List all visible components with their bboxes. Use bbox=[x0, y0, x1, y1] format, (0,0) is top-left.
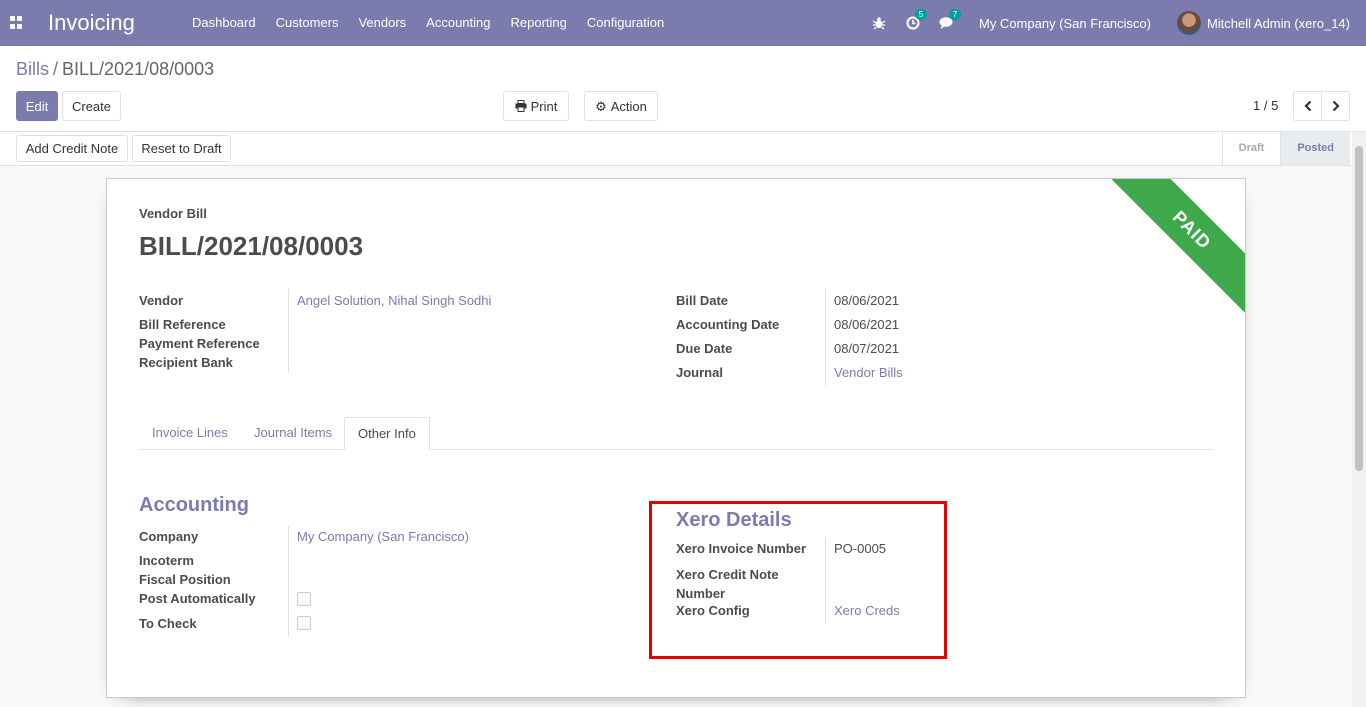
menu-accounting[interactable]: Accounting bbox=[416, 0, 500, 46]
group-divider bbox=[288, 526, 289, 638]
status-step-draft[interactable]: Draft bbox=[1221, 132, 1281, 165]
breadcrumb-bills[interactable]: Bills bbox=[16, 59, 49, 79]
breadcrumb-separator: / bbox=[53, 59, 59, 79]
pager-next-button[interactable] bbox=[1321, 91, 1350, 121]
printer-icon bbox=[515, 100, 527, 112]
messages-count-badge: 7 bbox=[948, 9, 961, 20]
create-button[interactable]: Create bbox=[62, 91, 121, 121]
document-kind: Vendor Bill bbox=[139, 206, 207, 221]
journal-label: Journal bbox=[676, 365, 723, 380]
due-date-value: 08/07/2021 bbox=[834, 341, 900, 356]
app-brand[interactable]: Invoicing bbox=[48, 10, 135, 36]
accounting-date-label: Accounting Date bbox=[676, 317, 780, 332]
menu-configuration[interactable]: Configuration bbox=[577, 0, 674, 46]
systray: 5 7 My Company (San Francisco) Mitchell … bbox=[871, 0, 1350, 46]
company-value[interactable]: My Company (San Francisco) bbox=[297, 529, 469, 544]
top-navbar: Invoicing Dashboard Customers Vendors Ac… bbox=[0, 0, 1366, 46]
accounting-group-title: Accounting bbox=[139, 494, 249, 516]
reset-to-draft-button[interactable]: Reset to Draft bbox=[132, 135, 231, 162]
tab-other-info[interactable]: Other Info bbox=[344, 417, 430, 451]
tab-invoice-lines[interactable]: Invoice Lines bbox=[139, 417, 241, 450]
bill-date-value: 08/06/2021 bbox=[834, 293, 900, 308]
company-switcher[interactable]: My Company (San Francisco) bbox=[979, 16, 1151, 31]
xero-details-highlight bbox=[649, 501, 947, 659]
form-view: PAID Vendor Bill BILL/2021/08/0003 Vendo… bbox=[0, 166, 1352, 707]
activity-button[interactable]: 5 bbox=[905, 9, 927, 31]
group-divider bbox=[288, 289, 289, 373]
menu-vendors[interactable]: Vendors bbox=[348, 0, 416, 46]
group-divider bbox=[825, 289, 826, 387]
apps-grid-icon[interactable] bbox=[10, 16, 23, 29]
form-sheet: PAID Vendor Bill BILL/2021/08/0003 Vendo… bbox=[106, 178, 1246, 698]
tab-journal-items[interactable]: Journal Items bbox=[241, 417, 345, 450]
journal-value[interactable]: Vendor Bills bbox=[834, 365, 903, 380]
to-check-label: To Check bbox=[139, 616, 197, 631]
breadcrumb-current: BILL/2021/08/0003 bbox=[62, 59, 215, 79]
bill-date-label: Bill Date bbox=[676, 293, 729, 308]
messages-button[interactable]: 7 bbox=[939, 9, 961, 31]
payment-reference-label: Payment Reference bbox=[139, 336, 260, 351]
vendor-label: Vendor bbox=[139, 293, 184, 308]
page-title: BILL/2021/08/0003 bbox=[139, 231, 364, 261]
print-label: Print bbox=[530, 98, 558, 114]
pager-value[interactable]: 1 / 5 bbox=[1253, 98, 1278, 113]
incoterm-label: Incoterm bbox=[139, 553, 194, 568]
main-menu: Dashboard Customers Vendors Accounting R… bbox=[182, 0, 674, 46]
notebook-tabs: Invoice Lines Journal Items Other Info bbox=[139, 417, 1213, 451]
status-step-posted[interactable]: Posted bbox=[1280, 132, 1350, 165]
gear-icon: ⚙ bbox=[595, 98, 607, 114]
action-label: Action bbox=[610, 98, 647, 114]
fiscal-position-label: Fiscal Position bbox=[139, 572, 231, 587]
due-date-label: Due Date bbox=[676, 341, 733, 356]
chevron-left-icon bbox=[1303, 100, 1311, 112]
user-menu[interactable]: Mitchell Admin (xero_14) bbox=[1207, 16, 1350, 31]
menu-customers[interactable]: Customers bbox=[266, 0, 349, 46]
activity-count-badge: 5 bbox=[914, 9, 927, 20]
menu-reporting[interactable]: Reporting bbox=[501, 0, 577, 46]
post-automatically-label: Post Automatically bbox=[139, 591, 256, 606]
post-automatically-checkbox[interactable] bbox=[297, 592, 311, 606]
vendor-value[interactable]: Angel Solution, Nihal Singh Sodhi bbox=[297, 293, 491, 308]
status-steps: Draft Posted bbox=[1221, 132, 1350, 165]
chevron-right-icon bbox=[1332, 100, 1340, 112]
bug-icon[interactable] bbox=[871, 15, 887, 31]
statusbar: Add Credit Note Reset to Draft Draft Pos… bbox=[0, 132, 1366, 166]
add-credit-note-button[interactable]: Add Credit Note bbox=[16, 135, 128, 162]
accounting-date-value: 08/06/2021 bbox=[834, 317, 900, 332]
recipient-bank-label: Recipient Bank bbox=[139, 355, 233, 370]
vertical-scrollbar[interactable] bbox=[1352, 132, 1366, 707]
company-label: Company bbox=[139, 529, 199, 544]
scrollbar-thumb[interactable] bbox=[1355, 146, 1363, 471]
action-button[interactable]: ⚙ Action bbox=[584, 91, 658, 121]
paid-ribbon: PAID bbox=[1102, 179, 1245, 320]
control-panel: Bills / BILL/2021/08/0003 Edit Create Prin… bbox=[0, 46, 1366, 132]
pager-previous-button[interactable] bbox=[1293, 91, 1322, 121]
bill-reference-label: Bill Reference bbox=[139, 317, 226, 332]
edit-button[interactable]: Edit bbox=[16, 91, 58, 121]
menu-dashboard[interactable]: Dashboard bbox=[182, 0, 266, 46]
breadcrumb: Bills / BILL/2021/08/0003 bbox=[16, 59, 214, 80]
print-button[interactable]: Print bbox=[503, 91, 569, 121]
to-check-checkbox[interactable] bbox=[297, 616, 311, 630]
avatar[interactable] bbox=[1176, 11, 1201, 35]
